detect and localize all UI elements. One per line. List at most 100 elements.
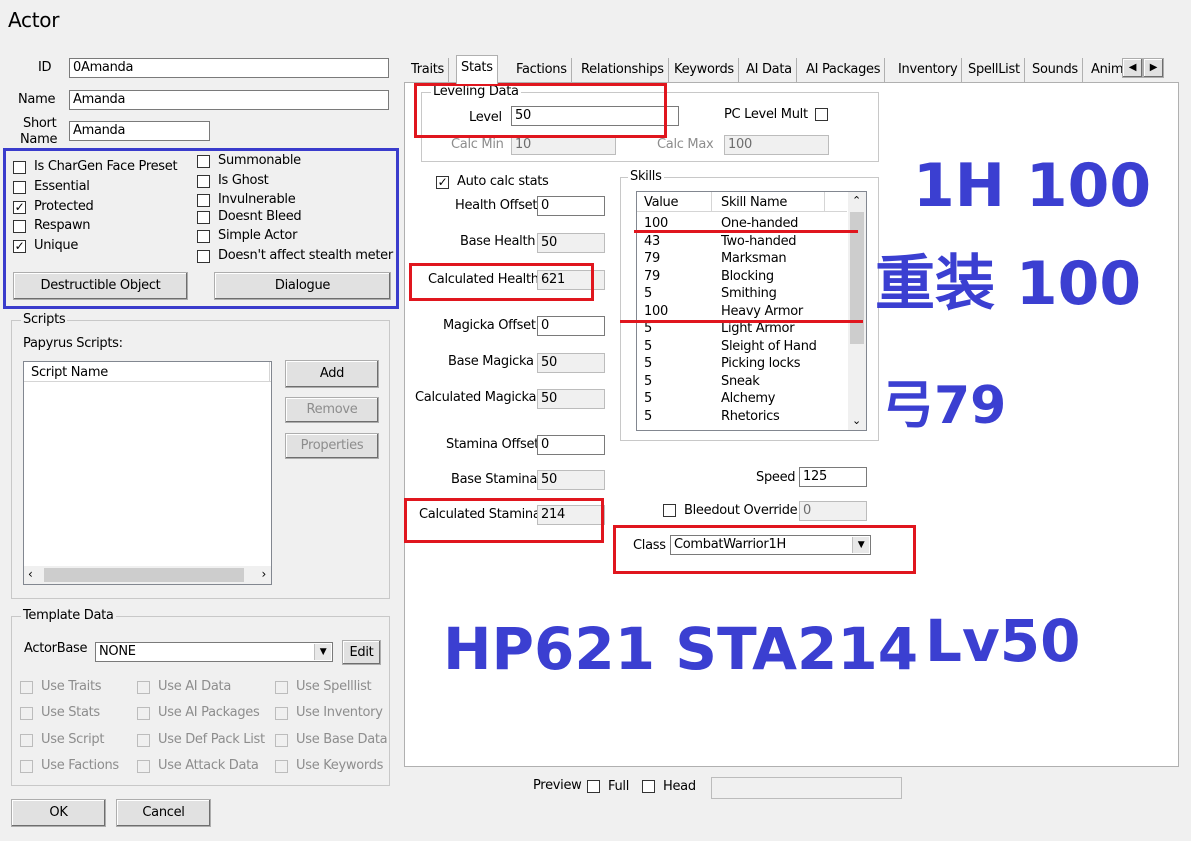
one-handed-underline	[634, 230, 858, 233]
skills-vscrollbar[interactable]: ⌃ ⌄	[848, 192, 866, 430]
use-traits-checkbox[interactable]	[20, 681, 33, 694]
skill-value: 79	[644, 268, 660, 284]
preview-field	[711, 777, 902, 799]
scroll-thumb[interactable]	[44, 568, 244, 582]
annotation-bow: 弓79	[882, 376, 1007, 436]
heavy-armor-underline	[620, 320, 863, 323]
use-base-data-checkbox[interactable]	[275, 734, 288, 747]
tab-scroll-right-icon[interactable]: ▶	[1143, 58, 1164, 78]
scroll-right-icon[interactable]: ›	[262, 567, 267, 581]
actorbase-value: NONE	[99, 644, 136, 659]
skill-value: 5	[644, 408, 652, 424]
skill-name: Heavy Armor	[721, 303, 803, 319]
script-list-header[interactable]: Script Name	[24, 362, 271, 382]
use-ai-packages-checkbox[interactable]	[137, 707, 150, 720]
use-keywords-checkbox[interactable]	[275, 760, 288, 773]
level-highlight-box	[414, 83, 667, 138]
magicka-offset-label: Magicka Offset	[443, 318, 536, 333]
auto-calc-checkbox[interactable]: ✓	[436, 176, 449, 189]
remove-script-button[interactable]: Remove	[285, 397, 379, 423]
skills-list[interactable]: Value Skill Name 100 One-handed 43 Two-han…	[636, 191, 867, 431]
edit-template-button[interactable]: Edit	[342, 640, 381, 665]
health-offset-field[interactable]: 0	[537, 196, 605, 216]
use-traits-label: Use Traits	[41, 679, 102, 694]
use-stats-checkbox[interactable]	[20, 707, 33, 720]
skill-value: 5	[644, 286, 652, 301]
calc-min-field: 10	[511, 135, 616, 155]
tab-ai-packages[interactable]: AI Packages	[802, 58, 886, 82]
tab-ai-data[interactable]: AI Data	[742, 58, 797, 82]
scripts-group-title: Scripts	[21, 312, 68, 327]
base-stamina-label: Base Stamina	[451, 472, 537, 487]
use-attack-data-label: Use Attack Data	[158, 758, 259, 773]
auto-calc-label: Auto calc stats	[457, 174, 549, 189]
skill-name: Alchemy	[721, 391, 776, 406]
name-label: Name	[18, 92, 56, 107]
use-ai-data-checkbox[interactable]	[137, 681, 150, 694]
stamina-offset-field[interactable]: 0	[537, 435, 605, 455]
cancel-button[interactable]: Cancel	[116, 799, 211, 827]
tab-traits[interactable]: Traits	[407, 58, 450, 82]
tab-stats[interactable]: Stats	[456, 55, 498, 84]
script-properties-button[interactable]: Properties	[285, 433, 379, 459]
skill-value: 5	[644, 338, 652, 354]
skill-name: Two-handed	[721, 233, 797, 249]
flags-highlight-box	[3, 148, 399, 309]
dropdown-arrow-icon[interactable]: ▼	[314, 644, 331, 660]
class-highlight-box	[613, 525, 916, 574]
annotation-heavy-armor: 重装 100	[875, 249, 1142, 319]
speed-field[interactable]: 125	[799, 467, 867, 487]
script-name-column-header[interactable]: Script Name	[31, 365, 108, 380]
tab-factions[interactable]: Factions	[512, 58, 572, 82]
use-attack-data-checkbox[interactable]	[137, 760, 150, 773]
bleedout-checkbox[interactable]	[663, 504, 676, 517]
pc-level-mult-checkbox[interactable]	[815, 108, 828, 121]
short-name-field[interactable]: Amanda	[69, 121, 210, 141]
use-ai-data-label: Use AI Data	[158, 679, 232, 694]
skills-header-divider-2	[824, 192, 825, 212]
use-base-data-label: Use Base Data	[296, 732, 388, 747]
skill-name: Rhetorics	[721, 408, 780, 424]
use-factions-checkbox[interactable]	[20, 760, 33, 773]
skill-name: Sleight of Hand	[721, 338, 817, 354]
preview-full-label: Full	[608, 779, 630, 794]
use-spelllist-checkbox[interactable]	[275, 681, 288, 694]
script-list-hscrollbar[interactable]: ‹ ›	[24, 566, 271, 584]
skills-name-column-header[interactable]: Skill Name	[721, 195, 787, 210]
tab-relationships[interactable]: Relationships	[577, 58, 669, 82]
papyrus-scripts-label: Papyrus Scripts:	[23, 336, 123, 351]
skill-value: 79	[644, 251, 660, 266]
use-script-checkbox[interactable]	[20, 734, 33, 747]
scroll-left-icon[interactable]: ‹	[28, 567, 33, 581]
tab-keywords[interactable]: Keywords	[670, 58, 739, 82]
preview-head-checkbox[interactable]	[642, 780, 655, 793]
tab-spelllist[interactable]: SpellList	[964, 58, 1025, 82]
calculated-magicka-label: Calculated Magicka	[415, 390, 537, 405]
skill-name: Picking locks	[721, 356, 801, 371]
scroll-up-icon[interactable]: ⌃	[852, 194, 861, 207]
tab-scroll-left-icon[interactable]: ◀	[1122, 58, 1143, 78]
magicka-offset-field[interactable]: 0	[537, 316, 605, 336]
calculated-magicka-field: 50	[537, 389, 605, 409]
name-field[interactable]: Amanda	[69, 90, 389, 110]
actorbase-dropdown[interactable]: NONE ▼	[95, 642, 333, 662]
id-field[interactable]: 0Amanda	[69, 58, 389, 78]
skill-name: Marksman	[721, 251, 787, 266]
bleedout-field: 0	[799, 501, 867, 521]
tab-inventory[interactable]: Inventory	[894, 58, 963, 82]
skills-list-header: Value Skill Name	[637, 192, 847, 212]
skill-value: 43	[644, 233, 660, 249]
skills-value-column-header[interactable]: Value	[644, 195, 679, 210]
preview-full-checkbox[interactable]	[587, 780, 600, 793]
script-list[interactable]: Script Name ‹ ›	[23, 361, 272, 585]
add-script-button[interactable]: Add	[285, 360, 379, 388]
use-inventory-checkbox[interactable]	[275, 707, 288, 720]
ok-button[interactable]: OK	[11, 799, 106, 827]
skill-value: 5	[644, 391, 652, 406]
use-def-pack-list-checkbox[interactable]	[137, 734, 150, 747]
scroll-down-icon[interactable]: ⌄	[852, 414, 861, 427]
header-divider	[269, 362, 270, 382]
tab-sounds[interactable]: Sounds	[1028, 58, 1083, 82]
short-name-label-1: Short	[23, 116, 57, 131]
use-stats-label: Use Stats	[41, 705, 100, 720]
